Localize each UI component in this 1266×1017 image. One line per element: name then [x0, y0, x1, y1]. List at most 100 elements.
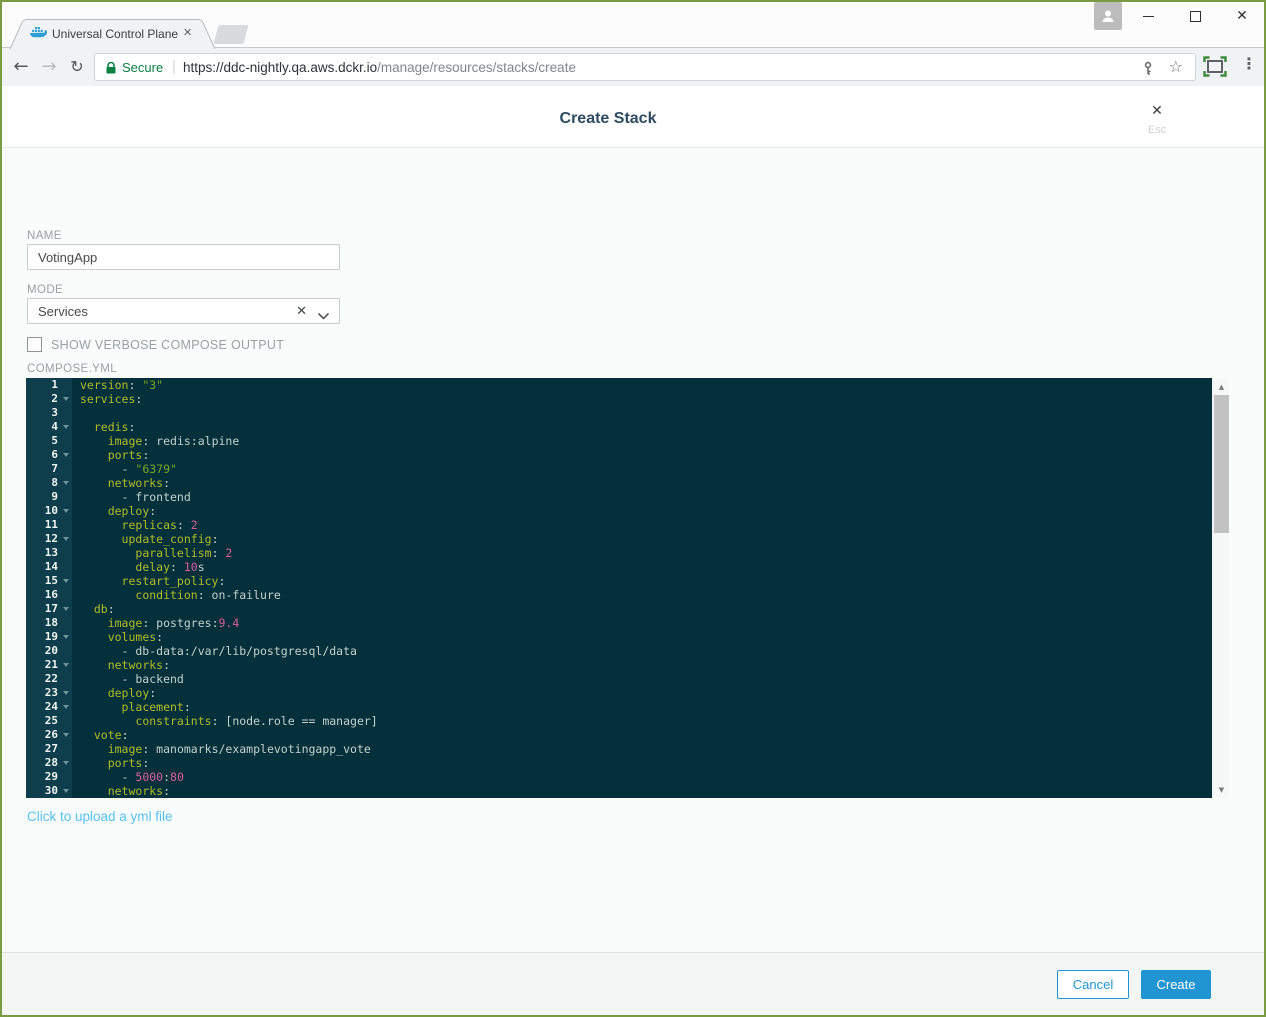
bookmark-star-icon[interactable]: ☆ — [1169, 57, 1183, 76]
editor-line: 21 networks: — [26, 658, 1212, 672]
fold-arrow-icon[interactable] — [63, 607, 69, 611]
editor-line: 1version: "3" — [26, 378, 1212, 392]
code-line-text: placement: — [72, 700, 1212, 714]
line-number: 5 — [26, 434, 72, 448]
editor-line: 23 deploy: — [26, 686, 1212, 700]
code-line-text: parallelism: 2 — [72, 546, 1212, 560]
line-number: 24 — [26, 700, 72, 714]
fold-arrow-icon[interactable] — [63, 579, 69, 583]
code-line-text: deploy: — [72, 504, 1212, 518]
editor-line: 16 condition: on-failure — [26, 588, 1212, 602]
secure-label[interactable]: Secure — [122, 60, 163, 75]
browser-toolbar: ← → ↻ Secure | https://ddc-nightly.qa.aw… — [0, 48, 1266, 86]
chevron-down-icon[interactable] — [317, 308, 330, 326]
scrollbar-thumb[interactable] — [1214, 395, 1229, 533]
maximize-button[interactable] — [1172, 0, 1218, 32]
editor-line: 29 - 5000:80 — [26, 770, 1212, 784]
create-button[interactable]: Create — [1141, 970, 1211, 999]
url-text[interactable]: https://ddc-nightly.qa.aws.dckr.io/manag… — [183, 60, 576, 75]
code-line-text: replicas: 2 — [72, 518, 1212, 532]
editor-line: 17 db: — [26, 602, 1212, 616]
line-number: 4 — [26, 420, 72, 434]
fold-arrow-icon[interactable] — [63, 663, 69, 667]
code-line-text: redis: — [72, 420, 1212, 434]
code-line-text: - backend — [72, 672, 1212, 686]
editor-line: 26 vote: — [26, 728, 1212, 742]
fold-arrow-icon[interactable] — [63, 691, 69, 695]
window-close-button[interactable]: ✕ — [1219, 0, 1265, 32]
editor-line: 15 restart_policy: — [26, 574, 1212, 588]
code-line-text: version: "3" — [72, 378, 1212, 392]
editor-line: 19 volumes: — [26, 630, 1212, 644]
browser-menu-icon[interactable]: ⋮ — [1241, 54, 1257, 73]
verbose-output-label: SHOW VERBOSE COMPOSE OUTPUT — [51, 338, 284, 352]
fold-arrow-icon[interactable] — [63, 509, 69, 513]
browser-tab[interactable]: Universal Control Plane ✕ — [8, 19, 218, 49]
editor-line: 4 redis: — [26, 420, 1212, 434]
modal-close-icon[interactable]: ✕ — [1143, 103, 1171, 119]
fold-arrow-icon[interactable] — [63, 481, 69, 485]
code-line-text: networks: — [72, 658, 1212, 672]
mode-selected-value: Services — [38, 304, 88, 319]
scroll-down-icon[interactable]: ▼ — [1213, 781, 1230, 798]
fold-arrow-icon[interactable] — [63, 761, 69, 765]
password-key-icon[interactable] — [1141, 61, 1155, 81]
minimize-button[interactable] — [1125, 0, 1171, 32]
back-button[interactable]: ← — [7, 51, 35, 81]
tab-title: Universal Control Plane — [52, 27, 178, 41]
code-line-text: image: postgres:9.4 — [72, 616, 1212, 630]
line-number: 21 — [26, 658, 72, 672]
code-line-text: image: redis:alpine — [72, 434, 1212, 448]
compose-yml-editor[interactable]: 1version: "3"2services:34 redis:5 image:… — [26, 378, 1229, 798]
line-number: 8 — [26, 476, 72, 490]
address-bar[interactable]: Secure | https://ddc-nightly.qa.aws.dckr… — [94, 53, 1196, 81]
line-number: 18 — [26, 616, 72, 630]
url-host: https://ddc-nightly.qa.aws.dckr.io — [183, 60, 377, 75]
name-input[interactable] — [27, 244, 340, 270]
line-number: 15 — [26, 574, 72, 588]
fold-arrow-icon[interactable] — [63, 397, 69, 401]
minimize-icon — [1143, 16, 1154, 17]
verbose-output-checkbox[interactable] — [27, 337, 42, 352]
tab-close-icon[interactable]: ✕ — [183, 26, 192, 39]
line-number: 1 — [26, 378, 72, 392]
code-line-text: networks: — [72, 784, 1212, 798]
fold-arrow-icon[interactable] — [63, 635, 69, 639]
fold-arrow-icon[interactable] — [63, 425, 69, 429]
code-line-text: - 5000:80 — [72, 770, 1212, 784]
code-line-text: volumes: — [72, 630, 1212, 644]
editor-line: 27 image: manomarks/examplevotingapp_vot… — [26, 742, 1212, 756]
upload-yml-link[interactable]: Click to upload a yml file — [27, 809, 173, 824]
compose-editor-lines[interactable]: 1version: "3"2services:34 redis:5 image:… — [26, 378, 1212, 798]
fold-arrow-icon[interactable] — [63, 733, 69, 737]
cancel-button[interactable]: Cancel — [1057, 970, 1129, 999]
line-number: 20 — [26, 644, 72, 658]
profile-avatar[interactable] — [1094, 2, 1122, 30]
code-line-text: restart_policy: — [72, 574, 1212, 588]
esc-hint: Esc — [1143, 124, 1171, 136]
editor-line: 12 update_config: — [26, 532, 1212, 546]
reload-button[interactable]: ↻ — [63, 51, 91, 81]
mode-select[interactable]: Services ✕ — [27, 298, 340, 324]
fold-arrow-icon[interactable] — [63, 789, 69, 793]
line-number: 9 — [26, 490, 72, 504]
new-tab-button[interactable] — [213, 25, 248, 44]
editor-line: 14 delay: 10s — [26, 560, 1212, 574]
titlebar: Universal Control Plane ✕ ✕ — [0, 0, 1266, 48]
editor-line: 5 image: redis:alpine — [26, 434, 1212, 448]
line-number: 6 — [26, 448, 72, 462]
scroll-up-icon[interactable]: ▲ — [1213, 378, 1230, 395]
editor-line: 20 - db-data:/var/lib/postgresql/data — [26, 644, 1212, 658]
code-line-text: db: — [72, 602, 1212, 616]
clear-selection-icon[interactable]: ✕ — [296, 304, 307, 319]
code-line-text: image: manomarks/examplevotingapp_vote — [72, 742, 1212, 756]
fold-arrow-icon[interactable] — [63, 453, 69, 457]
screen-capture-extension-icon[interactable] — [1203, 56, 1227, 82]
fold-arrow-icon[interactable] — [63, 705, 69, 709]
browser-window: Universal Control Plane ✕ ✕ ← → ↻ Secure — [0, 0, 1266, 1017]
editor-line: 13 parallelism: 2 — [26, 546, 1212, 560]
editor-line: 22 - backend — [26, 672, 1212, 686]
modal-header: Create Stack ✕ Esc — [0, 86, 1266, 148]
editor-scrollbar[interactable]: ▲ ▼ — [1212, 378, 1229, 798]
fold-arrow-icon[interactable] — [63, 537, 69, 541]
